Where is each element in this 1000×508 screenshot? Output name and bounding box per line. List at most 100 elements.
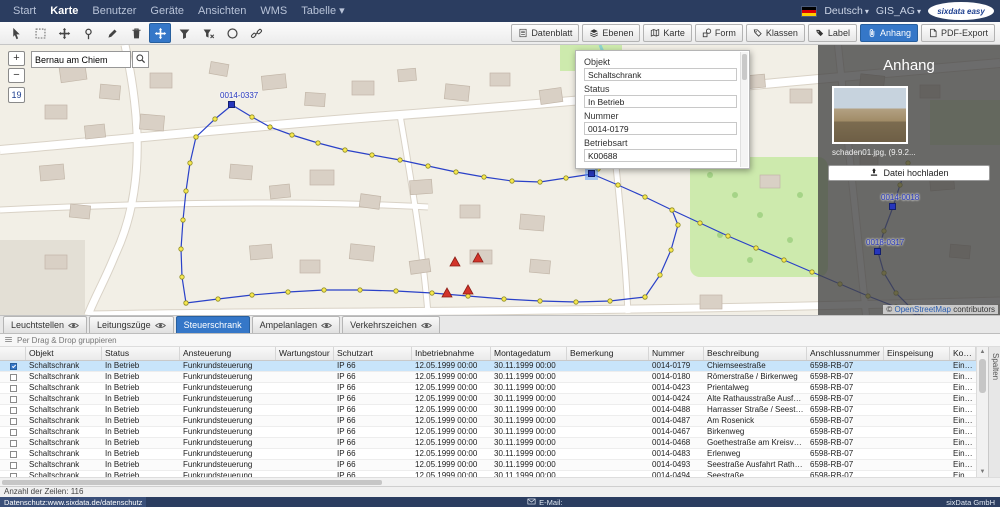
column-header-bemerkung[interactable]: Bemerkung xyxy=(567,347,649,360)
zoom-out-button[interactable]: − xyxy=(8,68,25,83)
column-header-inbetriebnahme[interactable]: Inbetriebnahme xyxy=(412,347,491,360)
table-row[interactable]: SchaltschrankIn BetriebFunkrundsteuerung… xyxy=(0,416,976,427)
select-tool[interactable] xyxy=(5,23,27,43)
remove-filter-tool[interactable] xyxy=(197,23,219,43)
privacy-link[interactable]: Datenschutz:www.sixdata.de/datenschutz xyxy=(0,497,146,507)
table-row[interactable]: SchaltschrankIn BetriebFunkrundsteuerung… xyxy=(0,460,976,471)
columns-side-tab[interactable]: Spalten xyxy=(988,347,1000,477)
eye-icon[interactable] xyxy=(321,320,332,331)
zoom-in-button[interactable]: + xyxy=(8,51,25,66)
row-checkbox[interactable] xyxy=(10,374,17,381)
row-checkbox[interactable] xyxy=(10,429,17,436)
map-marker-0014-0179[interactable]: 0014-0179 xyxy=(588,170,595,177)
popup-field-nummer[interactable] xyxy=(584,122,737,135)
table-row[interactable]: SchaltschrankIn BetriebFunkrundsteuerung… xyxy=(0,405,976,416)
popup-field-betriebsart[interactable] xyxy=(584,149,737,162)
move-object-tool[interactable] xyxy=(53,23,75,43)
account-dropdown[interactable]: GIS_AG▾ xyxy=(876,5,921,17)
scrollbar-thumb[interactable] xyxy=(2,480,382,485)
table-row[interactable]: SchaltschrankIn BetriebFunkrundsteuerung… xyxy=(0,438,976,449)
osm-link[interactable]: OpenStreetMap xyxy=(894,305,950,314)
attachment-filename[interactable]: schaden01.jpg, (9.9.2... xyxy=(832,148,1000,157)
upload-button[interactable]: Datei hochladen xyxy=(828,165,990,181)
anhang-button[interactable]: Anhang xyxy=(860,24,918,42)
menu-item-start[interactable]: Start xyxy=(6,0,43,22)
delete-tool[interactable] xyxy=(125,23,147,43)
connect-tool[interactable] xyxy=(245,23,267,43)
map-marker-0018-0317[interactable]: 0018-0317 xyxy=(874,248,881,255)
popup-scrollbar[interactable] xyxy=(740,52,748,167)
table-row[interactable]: SchaltschrankIn BetriebFunkrundsteuerung… xyxy=(0,449,976,460)
map-marker-0014-0018[interactable]: 0014-0018 xyxy=(889,203,896,210)
column-header-schutzart[interactable]: Schutzart xyxy=(334,347,412,360)
attachment-thumbnail[interactable] xyxy=(832,86,908,144)
filter-tool[interactable] xyxy=(173,23,195,43)
klassen-button[interactable]: Klassen xyxy=(746,24,805,42)
ebenen-button[interactable]: Ebenen xyxy=(582,24,640,42)
map-view[interactable]: 0014-0337 0014-0179 0014-0018 0018-0317 + −… xyxy=(0,45,1000,315)
menu-item-ger-te[interactable]: Geräte xyxy=(143,0,191,22)
row-checkbox[interactable] xyxy=(10,363,17,370)
search-button[interactable] xyxy=(132,51,149,68)
row-checkbox[interactable] xyxy=(10,407,17,414)
column-header-objekt[interactable]: Objekt xyxy=(26,347,102,360)
column-header-anschlussnummer[interactable]: Anschlussnummer xyxy=(807,347,884,360)
row-checkbox[interactable] xyxy=(10,418,17,425)
column-header-komponenten[interactable]: Komponenten xyxy=(950,347,976,360)
row-checkbox[interactable] xyxy=(10,385,17,392)
map-marker-0014-0337[interactable]: 0014-0337 xyxy=(228,101,235,108)
select-all-column-header[interactable] xyxy=(0,347,26,360)
vertical-scrollbar[interactable]: ▲ ▼ xyxy=(976,347,988,477)
layer-tab-ampelanlagen[interactable]: Ampelanlagen xyxy=(252,316,341,333)
layer-tab-steuerschrank[interactable]: Steuerschrank xyxy=(176,316,250,333)
menu-item-tabelle[interactable]: Tabelle ▾ xyxy=(294,0,351,22)
scroll-down-arrow[interactable]: ▼ xyxy=(977,467,988,477)
menu-item-ansichten[interactable]: Ansichten xyxy=(191,0,253,22)
popup-field-status[interactable] xyxy=(584,95,737,108)
circle-select-tool[interactable] xyxy=(221,23,243,43)
add-point-tool[interactable] xyxy=(77,23,99,43)
karte-button[interactable]: Karte xyxy=(643,24,692,42)
scroll-up-arrow[interactable]: ▲ xyxy=(977,347,988,357)
scrollbar-thumb[interactable] xyxy=(979,359,986,393)
edit-tool[interactable] xyxy=(101,23,123,43)
column-header-ansteuerung[interactable]: Ansteuerung xyxy=(180,347,276,360)
pan-tool[interactable] xyxy=(149,23,171,43)
map-search xyxy=(31,51,149,68)
menu-item-wms[interactable]: WMS xyxy=(253,0,294,22)
column-header-einspeisung[interactable]: Einspeisung xyxy=(884,347,950,360)
table-row[interactable]: SchaltschrankIn BetriebFunkrundsteuerung… xyxy=(0,394,976,405)
column-header-wartungstour[interactable]: Wartungstour xyxy=(276,347,334,360)
layer-tab-verkehrszeichen[interactable]: Verkehrszeichen xyxy=(342,316,440,333)
row-checkbox[interactable] xyxy=(10,440,17,447)
scrollbar-thumb[interactable] xyxy=(742,54,747,80)
horizontal-scrollbar[interactable] xyxy=(0,477,1000,486)
table-row[interactable]: SchaltschrankIn BetriebFunkrundsteuerung… xyxy=(0,383,976,394)
popup-field-objekt[interactable] xyxy=(584,68,737,81)
column-header-beschreibung[interactable]: Beschreibung xyxy=(704,347,807,360)
eye-icon[interactable] xyxy=(68,320,79,331)
layer-tab-leuchtstellen[interactable]: Leuchtstellen xyxy=(3,316,87,333)
eye-icon[interactable] xyxy=(155,320,166,331)
form-button[interactable]: Form xyxy=(695,24,743,42)
group-by-bar[interactable]: Per Drag & Drop gruppieren xyxy=(0,334,1000,347)
column-header-nummer[interactable]: Nummer xyxy=(649,347,704,360)
pdf-export-button[interactable]: PDF-Export xyxy=(921,24,995,42)
row-checkbox[interactable] xyxy=(10,451,17,458)
layer-tab-leitungsz-ge[interactable]: Leitungszüge xyxy=(89,316,174,333)
eye-icon[interactable] xyxy=(421,320,432,331)
search-input[interactable] xyxy=(31,51,131,68)
menu-item-karte[interactable]: Karte xyxy=(43,0,85,22)
rect-select-tool[interactable] xyxy=(29,23,51,43)
table-row[interactable]: SchaltschrankIn BetriebFunkrundsteuerung… xyxy=(0,372,976,383)
language-dropdown[interactable]: Deutsch▾ xyxy=(824,5,869,17)
table-row[interactable]: SchaltschrankIn BetriebFunkrundsteuerung… xyxy=(0,361,976,372)
menu-item-benutzer[interactable]: Benutzer xyxy=(85,0,143,22)
row-checkbox[interactable] xyxy=(10,462,17,469)
column-header-montagedatum[interactable]: Montagedatum xyxy=(491,347,567,360)
table-row[interactable]: SchaltschrankIn BetriebFunkrundsteuerung… xyxy=(0,427,976,438)
row-checkbox[interactable] xyxy=(10,396,17,403)
label-button[interactable]: Label xyxy=(808,24,857,42)
column-header-status[interactable]: Status xyxy=(102,347,180,360)
datenblatt-button[interactable]: Datenblatt xyxy=(511,24,579,42)
